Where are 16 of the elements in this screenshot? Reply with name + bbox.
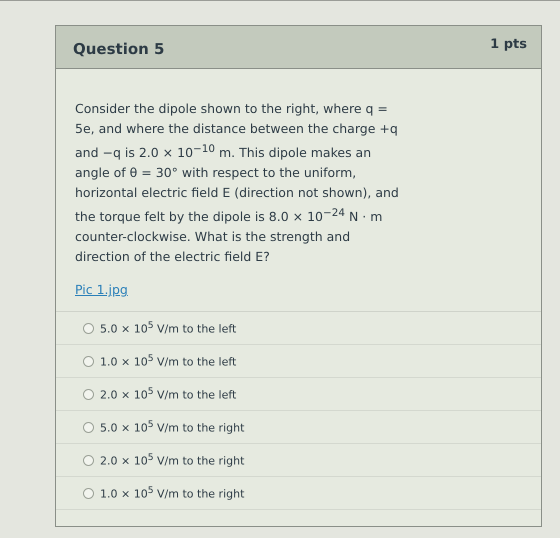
radio-button[interactable]: [83, 388, 94, 400]
radio-button[interactable]: [83, 356, 94, 367]
question-text: Consider the dipole shown to the right, where q = 5e, and where the distance between the charge +q and −q is 2.0 × 10$^{−10}$ m. This dipole makes an angle of θ = 30° with respect to the uniform, horizontal electric field E (direction not shown), and the torque felt by the dipole is 8.0 × 10$^{−24}$ N · m counter-clockwise. What is the strength and direction of the electric field E?: [75, 100, 400, 266]
radio-button[interactable]: [83, 322, 94, 334]
radio-button[interactable]: [83, 454, 94, 466]
answer-option[interactable]: 2.0 × 10$^{5}$ V/m to the left: [100, 386, 236, 402]
answer-option[interactable]: 1.0 × 10$^{5}$ V/m to the right: [100, 485, 244, 502]
answer-option[interactable]: 2.0 × 10$^{5}$ V/m to the right: [100, 452, 244, 468]
radio-button[interactable]: [83, 422, 94, 433]
radio-button[interactable]: [83, 488, 94, 499]
answer-option[interactable]: 5.0 × 10$^{5}$ V/m to the left: [100, 320, 236, 336]
question-title: Question 5: [73, 39, 164, 58]
answer-option[interactable]: 1.0 × 10$^{5}$ V/m to the left: [100, 353, 236, 370]
points-label: 1 pts: [490, 36, 527, 52]
attachment-link[interactable]: Pic 1.jpg: [75, 282, 128, 298]
answer-option[interactable]: 5.0 × 10$^{5}$ V/m to the right: [100, 419, 244, 436]
